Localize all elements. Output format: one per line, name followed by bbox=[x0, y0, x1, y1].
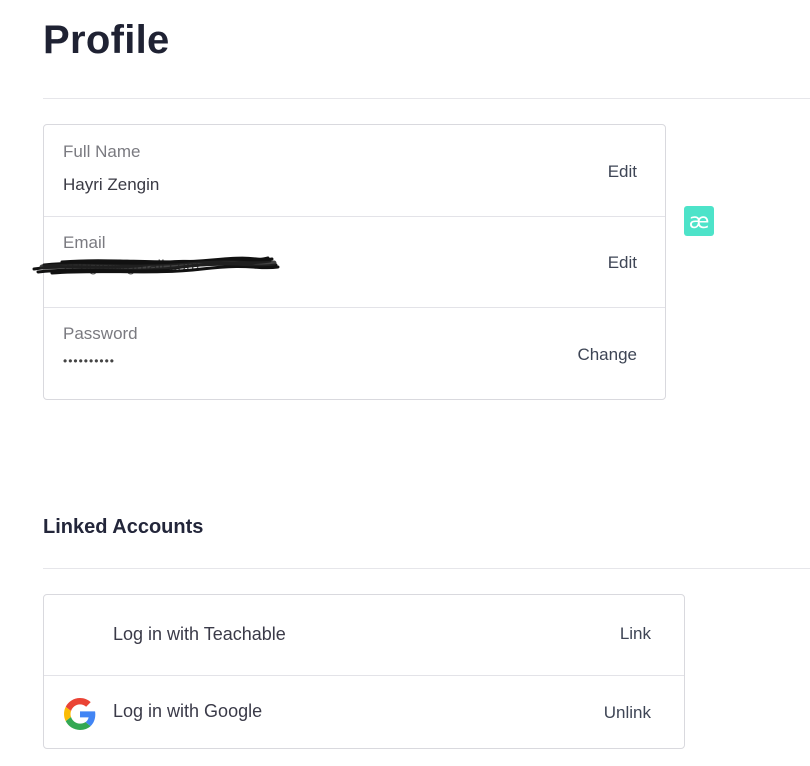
unlink-google-button[interactable]: Unlink bbox=[604, 703, 651, 723]
link-teachable-button[interactable]: Link bbox=[620, 624, 651, 644]
profile-row-full-name: Full Name Hayri Zengin Edit bbox=[44, 125, 665, 217]
edit-full-name-button[interactable]: Edit bbox=[608, 162, 637, 182]
linked-account-row-teachable: Log in with Teachable Link bbox=[44, 595, 684, 676]
profile-row-email: Email zengin@gmail.com Edit bbox=[32, 217, 665, 308]
linked-accounts-title: Linked Accounts bbox=[43, 516, 204, 538]
profile-row-password: Password •••••••••• Change bbox=[44, 308, 665, 399]
linked-accounts-card: Log in with Teachable Link Log in with G… bbox=[43, 594, 685, 749]
linked-accounts-divider bbox=[43, 568, 810, 569]
field-value-password: •••••••••• bbox=[63, 354, 116, 368]
redaction-scribble bbox=[32, 256, 280, 275]
linked-account-label-google: Log in with Google bbox=[113, 701, 263, 721]
field-label-password: Password bbox=[63, 324, 138, 343]
linked-account-label-teachable: Log in with Teachable bbox=[113, 624, 286, 644]
page-title: Profile bbox=[43, 18, 170, 62]
change-password-button[interactable]: Change bbox=[577, 345, 637, 365]
field-label-full-name: Full Name bbox=[63, 142, 141, 161]
header-divider bbox=[43, 98, 810, 99]
linked-account-row-google: Log in with Google Unlink bbox=[44, 676, 684, 748]
ae-extension-icon[interactable]: æ bbox=[684, 206, 714, 236]
field-value-full-name: Hayri Zengin bbox=[63, 175, 160, 194]
field-label-email: Email bbox=[63, 233, 106, 252]
edit-email-button[interactable]: Edit bbox=[608, 253, 637, 273]
profile-card: Full Name Hayri Zengin Edit Email zengin… bbox=[32, 124, 666, 400]
google-icon bbox=[64, 698, 96, 730]
